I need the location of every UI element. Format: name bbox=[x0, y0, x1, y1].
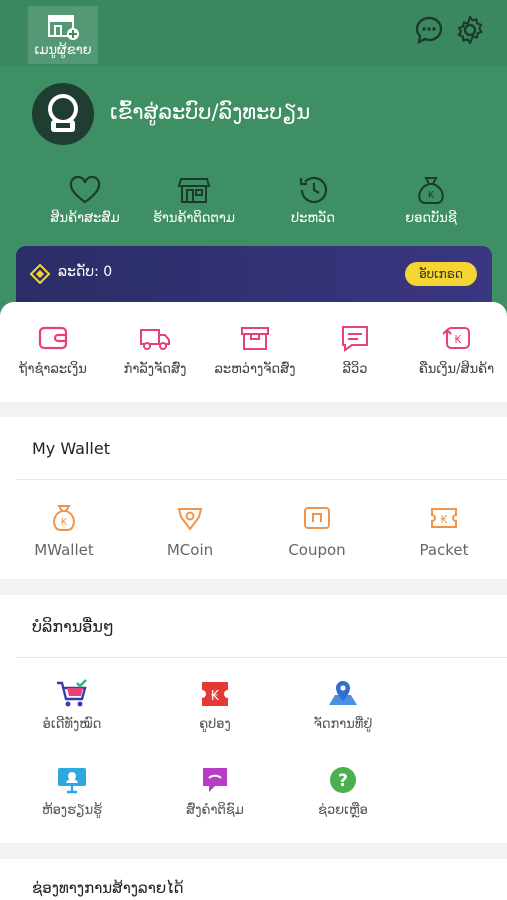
quick-followed-stores[interactable]: ຮ້ານຄ້າຕິດຕາມ bbox=[139, 175, 249, 226]
order-refund-label: ຄືນເງິນ/ສິນຄ້າ bbox=[418, 362, 495, 377]
service-coupons[interactable]: ₭ ຄູປອງ bbox=[165, 679, 265, 732]
svg-text:₭: ₭ bbox=[211, 689, 220, 704]
order-pending-payment-label: ຖ້າຊຳລະເງິນ bbox=[19, 362, 87, 377]
wallet-coupon[interactable]: Coupon bbox=[267, 503, 367, 559]
quick-followed-stores-label: ຮ້ານຄ້າຕິດຕາມ bbox=[153, 211, 235, 226]
wallet-mcoin-label: MCoin bbox=[166, 541, 214, 559]
seller-menu-label: ເມນູຜູ້ຂາຍ bbox=[34, 43, 92, 58]
quick-history-label: ປະຫວັດ bbox=[291, 211, 335, 226]
level-text: ລະດັບ: 0 bbox=[58, 264, 113, 280]
quick-balance[interactable]: ₭ ຍອດບັນຊີ bbox=[376, 175, 486, 226]
store-icon bbox=[177, 178, 211, 203]
svg-text:?: ? bbox=[338, 771, 348, 791]
order-review[interactable]: ລີວິວ bbox=[318, 324, 392, 377]
cart-icon bbox=[57, 679, 87, 707]
service-address[interactable]: ຈັດການທີ່ຢູ່ bbox=[293, 679, 393, 732]
money-bag-icon: ₭ bbox=[418, 177, 444, 204]
heart-icon bbox=[69, 175, 101, 204]
service-help-label: ຊ່ວຍເຫຼືອ bbox=[318, 803, 368, 818]
truck-icon bbox=[140, 329, 170, 350]
location-icon bbox=[329, 681, 357, 705]
quick-favorites-label: ສິນຄ້າສະສົມ bbox=[50, 211, 120, 226]
service-classroom[interactable]: ຫ້ອງຮຽນຮູ້ bbox=[22, 765, 122, 818]
svg-text:₭: ₭ bbox=[61, 517, 68, 528]
packet-icon: ₭ bbox=[431, 508, 457, 528]
chat-button[interactable] bbox=[411, 12, 447, 48]
user-avatar-icon bbox=[48, 94, 78, 132]
divider bbox=[16, 657, 507, 658]
earn-title: ຊ່ອງທາງການສ້າງລາຍໄດ້ bbox=[32, 879, 184, 897]
settings-button[interactable] bbox=[452, 12, 488, 48]
help-icon: ? bbox=[330, 767, 356, 793]
quick-favorites[interactable]: ສິນຄ້າສະສົມ bbox=[30, 175, 140, 226]
svg-text:₭: ₭ bbox=[441, 513, 448, 526]
wallet-mwallet[interactable]: ₭ MWallet bbox=[14, 503, 114, 559]
order-shipping[interactable]: ລະຫວ່າງຈັດສົ່ງ bbox=[204, 324, 306, 377]
ticket-icon: ₭ bbox=[202, 682, 228, 706]
divider bbox=[16, 479, 507, 480]
order-shipping-label: ລະຫວ່າງຈັດສົ່ງ bbox=[214, 362, 296, 377]
service-feedback[interactable]: ສົ່ງຄຳຕິຊົມ bbox=[165, 765, 265, 818]
service-classroom-label: ຫ້ອງຮຽນຮູ້ bbox=[41, 803, 103, 818]
diamond-level-icon bbox=[29, 263, 51, 285]
gear-icon bbox=[457, 15, 483, 45]
order-processing[interactable]: ກຳລັງຈັດສົ່ງ bbox=[110, 324, 200, 377]
services-title: ບໍລິການອື່ນໆ bbox=[32, 617, 114, 636]
service-all-orders[interactable]: ອໍເດີທັງໝົດ bbox=[22, 679, 122, 732]
kip-bag-icon: ₭ bbox=[53, 505, 75, 531]
order-pending-payment[interactable]: ຖ້າຊຳລະເງິນ bbox=[6, 324, 100, 377]
service-coupons-label: ຄູປອງ bbox=[199, 717, 231, 732]
quick-history[interactable]: ປະຫວັດ bbox=[258, 175, 368, 226]
service-address-label: ຈັດການທີ່ຢູ່ bbox=[313, 717, 373, 732]
svg-text:₭: ₭ bbox=[428, 190, 435, 201]
order-refund[interactable]: ₭ ຄືນເງິນ/ສິນຄ້າ bbox=[408, 324, 505, 377]
service-all-orders-label: ອໍເດີທັງໝົດ bbox=[42, 717, 102, 732]
coin-diamond-icon bbox=[177, 508, 203, 531]
feedback-icon bbox=[203, 768, 227, 792]
avatar[interactable] bbox=[32, 83, 94, 145]
upgrade-button[interactable]: ອັບເກຣດ bbox=[405, 262, 477, 286]
quick-balance-label: ຍອດບັນຊີ bbox=[405, 211, 457, 226]
login-register-link[interactable]: ເຂົ້າສູ່ລະບົບ/ລົງທະບຽນ bbox=[110, 100, 310, 124]
chat-icon bbox=[415, 16, 443, 45]
store-add-icon bbox=[48, 15, 79, 40]
wallet-section: My Wallet ₭ MWallet MCoin Coupon ₭ Packe… bbox=[0, 417, 507, 579]
coupon-icon bbox=[304, 507, 330, 529]
review-icon bbox=[342, 326, 368, 352]
order-review-label: ລີວິວ bbox=[342, 362, 368, 377]
box-icon bbox=[241, 327, 269, 350]
wallet-packet[interactable]: ₭ Packet bbox=[394, 503, 494, 559]
wallet-title: My Wallet bbox=[32, 439, 110, 458]
refund-icon: ₭ bbox=[441, 327, 470, 349]
service-feedback-label: ສົ່ງຄຳຕິຊົມ bbox=[186, 803, 244, 818]
service-help[interactable]: ? ຊ່ວຍເຫຼືອ bbox=[293, 765, 393, 818]
wallet-mwallet-label: MWallet bbox=[34, 541, 94, 559]
svg-text:₭: ₭ bbox=[454, 333, 461, 346]
classroom-icon bbox=[58, 768, 86, 794]
wallet-icon bbox=[38, 326, 68, 350]
wallet-packet-label: Packet bbox=[419, 541, 469, 559]
wallet-mcoin[interactable]: MCoin bbox=[140, 503, 240, 559]
seller-menu-button[interactable]: ເມນູຜູ້ຂາຍ bbox=[28, 6, 98, 64]
history-icon bbox=[299, 176, 328, 204]
earn-section: ຊ່ອງທາງການສ້າງລາຍໄດ້ bbox=[0, 859, 507, 900]
wallet-coupon-label: Coupon bbox=[288, 541, 346, 559]
order-processing-label: ກຳລັງຈັດສົ່ງ bbox=[123, 362, 187, 377]
services-section: ບໍລິການອື່ນໆ ອໍເດີທັງໝົດ ₭ ຄູປອງ ຈັດການທ… bbox=[0, 595, 507, 843]
